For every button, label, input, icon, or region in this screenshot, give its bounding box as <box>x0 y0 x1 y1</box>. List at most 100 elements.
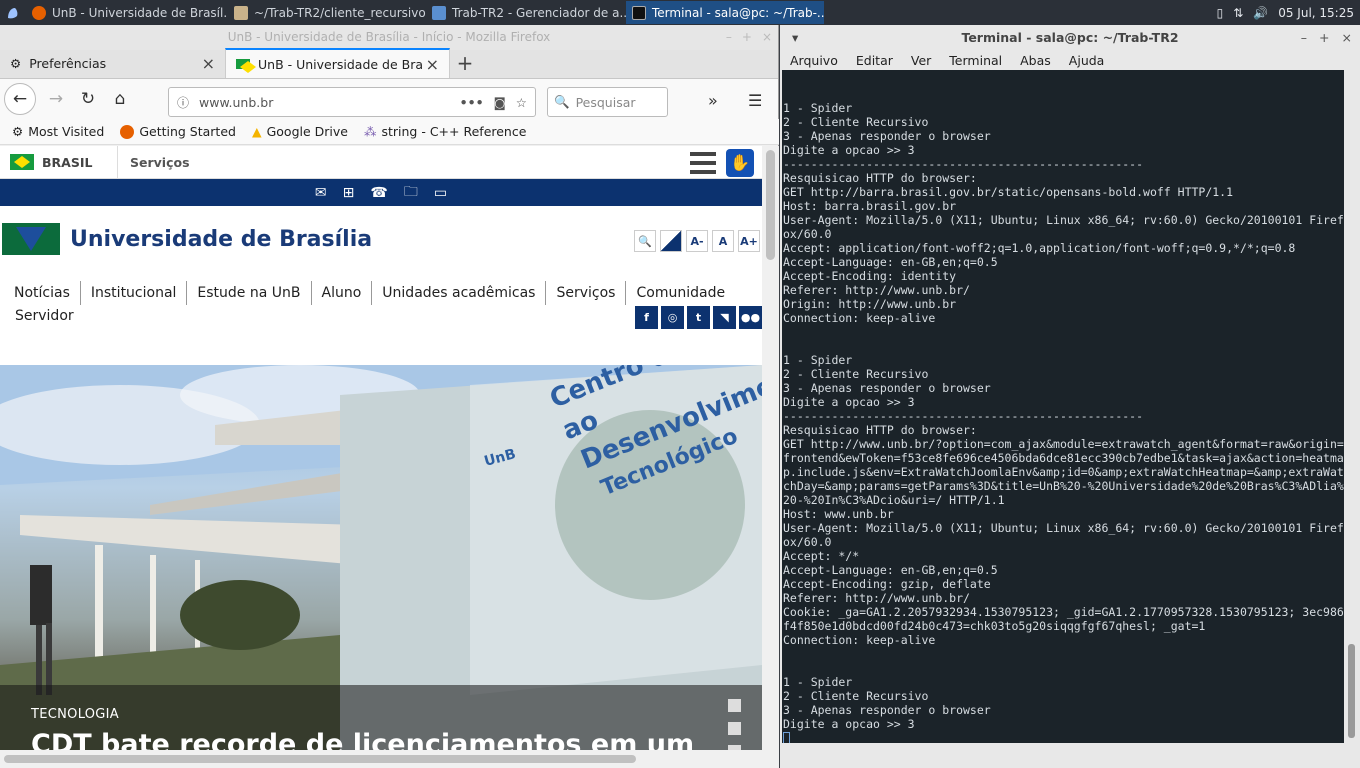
sitemap-icon[interactable]: ⊞ <box>343 185 355 201</box>
bookmark-google-drive[interactable]: ▲ Google Drive <box>252 124 348 139</box>
bookmark-label: string - C++ Reference <box>381 124 527 139</box>
terminal-output[interactable]: 1 - Spider 2 - Cliente Recursivo 3 - Ape… <box>782 70 1344 743</box>
vlibras-hand-icon[interactable]: ✋ <box>726 149 754 177</box>
menu-aluno[interactable]: Aluno <box>312 281 373 305</box>
task-terminal[interactable]: Terminal - sala@pc: ~/Trab-... <box>626 1 824 24</box>
search-placeholder: Pesquisar <box>575 94 636 110</box>
menu-estude[interactable]: Estude na UnB <box>187 281 312 305</box>
close-icon[interactable]: × <box>762 25 772 50</box>
hero-banner[interactable]: Centro de Apoio ao Desenvolvimento Tecno… <box>0 365 762 768</box>
font-increase-button[interactable]: A+ <box>738 230 760 252</box>
task-editor[interactable]: ~/Trab-TR2/cliente_recursivo... <box>228 1 426 24</box>
page-actions-icon[interactable]: ••• <box>460 95 484 110</box>
slide-dot[interactable] <box>728 722 741 735</box>
reload-button[interactable]: ↻ <box>76 89 100 109</box>
firefox-titlebar[interactable]: UnB - Universidade de Brasília - Início … <box>0 25 778 50</box>
gov-menu-icon[interactable] <box>690 152 716 174</box>
monitor-icon[interactable]: ▭ <box>434 185 447 201</box>
menu-servicos[interactable]: Serviços <box>546 281 627 305</box>
folder-search-icon[interactable]: 🗀 <box>404 181 418 205</box>
page-horizontal-scrollbar[interactable] <box>0 750 779 768</box>
menu-ajuda[interactable]: Ajuda <box>1069 53 1105 68</box>
menu-institucional[interactable]: Institucional <box>81 281 188 305</box>
battery-icon[interactable]: ▯ <box>1217 6 1224 20</box>
utility-bar: ✉ ⊞ ☎ 🗀 ▭ <box>0 179 762 206</box>
hero-category[interactable]: TECNOLOGIA <box>31 707 119 722</box>
url-bar[interactable]: ⓘ www.unb.br ••• ◙ ☆ <box>168 87 536 117</box>
terminal-text: 1 - Spider 2 - Cliente Recursivo 3 - Ape… <box>783 101 1344 731</box>
new-tab-button[interactable]: + <box>450 49 480 78</box>
home-button[interactable]: ⌂ <box>108 89 132 109</box>
forward-button[interactable]: → <box>44 89 68 109</box>
brasil-link[interactable]: BRASIL <box>0 146 118 179</box>
network-icon[interactable]: ⇅ <box>1233 6 1243 20</box>
brazil-flag-icon <box>10 154 34 170</box>
volume-icon[interactable]: 🔊 <box>1253 6 1268 20</box>
page-viewport: BRASIL Serviços ✋ ✉ ⊞ ☎ 🗀 ▭ Universidade… <box>0 146 762 768</box>
clock[interactable]: 05 Jul, 15:25 <box>1278 6 1354 20</box>
phone-icon[interactable]: ☎ <box>370 185 387 201</box>
bookmark-label: Google Drive <box>266 124 348 139</box>
menu-servidor[interactable]: Servidor <box>15 308 74 324</box>
menu-ver[interactable]: Ver <box>911 53 931 68</box>
task-label: Trab-TR2 - Gerenciador de a... <box>452 5 626 20</box>
bookmark-most-visited[interactable]: ⚙ Most Visited <box>12 124 104 139</box>
task-file-manager[interactable]: Trab-TR2 - Gerenciador de a... <box>426 1 626 24</box>
scroll-thumb[interactable] <box>766 150 775 260</box>
task-firefox[interactable]: UnB - Universidade de Brasíl... <box>26 1 228 24</box>
flickr-icon[interactable]: ●● <box>739 306 762 329</box>
minimize-icon[interactable]: – <box>1301 25 1307 50</box>
menu-comunidade[interactable]: Comunidade <box>626 281 735 305</box>
search-icon[interactable]: 🔍 <box>634 230 656 252</box>
contrast-icon[interactable] <box>660 230 682 252</box>
firefox-icon <box>32 5 46 20</box>
mail-icon[interactable]: ✉ <box>315 185 327 201</box>
scroll-thumb[interactable] <box>1348 644 1355 738</box>
back-button[interactable]: ← <box>4 83 36 115</box>
unb-logo[interactable] <box>2 223 60 255</box>
scroll-thumb[interactable] <box>4 755 636 763</box>
rss-icon[interactable]: ◥ <box>713 306 736 329</box>
menu-terminal[interactable]: Terminal <box>949 53 1002 68</box>
window-title: UnB - Universidade de Brasília - Início … <box>227 30 551 44</box>
terminal-window: ▾ Terminal - sala@pc: ~/Trab-TR2 – + × Arq… <box>780 25 1360 768</box>
twitter-icon[interactable]: t <box>687 306 710 329</box>
tab-preferences[interactable]: ⚙ Preferências × <box>0 49 225 78</box>
favicon-unb-icon <box>236 59 250 69</box>
maximize-icon[interactable]: + <box>742 25 752 50</box>
terminal-scrollbar[interactable] <box>1344 70 1360 743</box>
maximize-icon[interactable]: + <box>1319 25 1329 50</box>
facebook-icon[interactable]: f <box>635 306 658 329</box>
menu-arquivo[interactable]: Arquivo <box>790 53 838 68</box>
bookmark-star-icon[interactable]: ☆ <box>516 95 527 110</box>
terminal-titlebar[interactable]: ▾ Terminal - sala@pc: ~/Trab-TR2 – + × <box>780 25 1360 50</box>
font-reset-button[interactable]: A <box>712 230 734 252</box>
close-tab-icon[interactable]: × <box>202 54 215 73</box>
close-icon[interactable]: × <box>1342 25 1352 50</box>
firefox-icon <box>120 124 135 139</box>
taskbar: UnB - Universidade de Brasíl... ~/Trab-T… <box>0 0 1360 25</box>
page-vertical-scrollbar[interactable] <box>762 146 779 768</box>
minimize-icon[interactable]: – <box>726 25 732 50</box>
close-tab-icon[interactable]: × <box>426 55 439 74</box>
menu-noticias[interactable]: Notícias <box>4 281 81 305</box>
tab-unb[interactable]: UnB - Universidade de Brasíli × <box>225 48 450 78</box>
font-decrease-button[interactable]: A- <box>686 230 708 252</box>
hamburger-menu-icon[interactable]: ☰ <box>748 91 762 110</box>
whisker-menu-icon[interactable] <box>0 0 26 25</box>
gov-bar: BRASIL Serviços ✋ <box>0 146 762 179</box>
menu-unidades[interactable]: Unidades acadêmicas <box>372 281 547 305</box>
menu-editar[interactable]: Editar <box>856 53 893 68</box>
site-title[interactable]: Universidade de Brasília <box>70 227 372 252</box>
info-icon[interactable]: ⓘ <box>177 94 189 111</box>
menu-abas[interactable]: Abas <box>1020 53 1051 68</box>
gov-servicos-link[interactable]: Serviços <box>118 155 190 170</box>
instagram-icon[interactable]: ◎ <box>661 306 684 329</box>
slide-dot[interactable] <box>728 699 741 712</box>
bookmark-cpp-reference[interactable]: ⁂ string - C++ Reference <box>364 124 526 139</box>
url-text: www.unb.br <box>199 94 274 110</box>
bookmark-getting-started[interactable]: Getting Started <box>120 124 236 139</box>
search-input[interactable]: 🔍 Pesquisar <box>547 87 668 117</box>
overflow-chevron-icon[interactable]: » <box>708 91 718 110</box>
pocket-icon[interactable]: ◙ <box>494 95 506 110</box>
